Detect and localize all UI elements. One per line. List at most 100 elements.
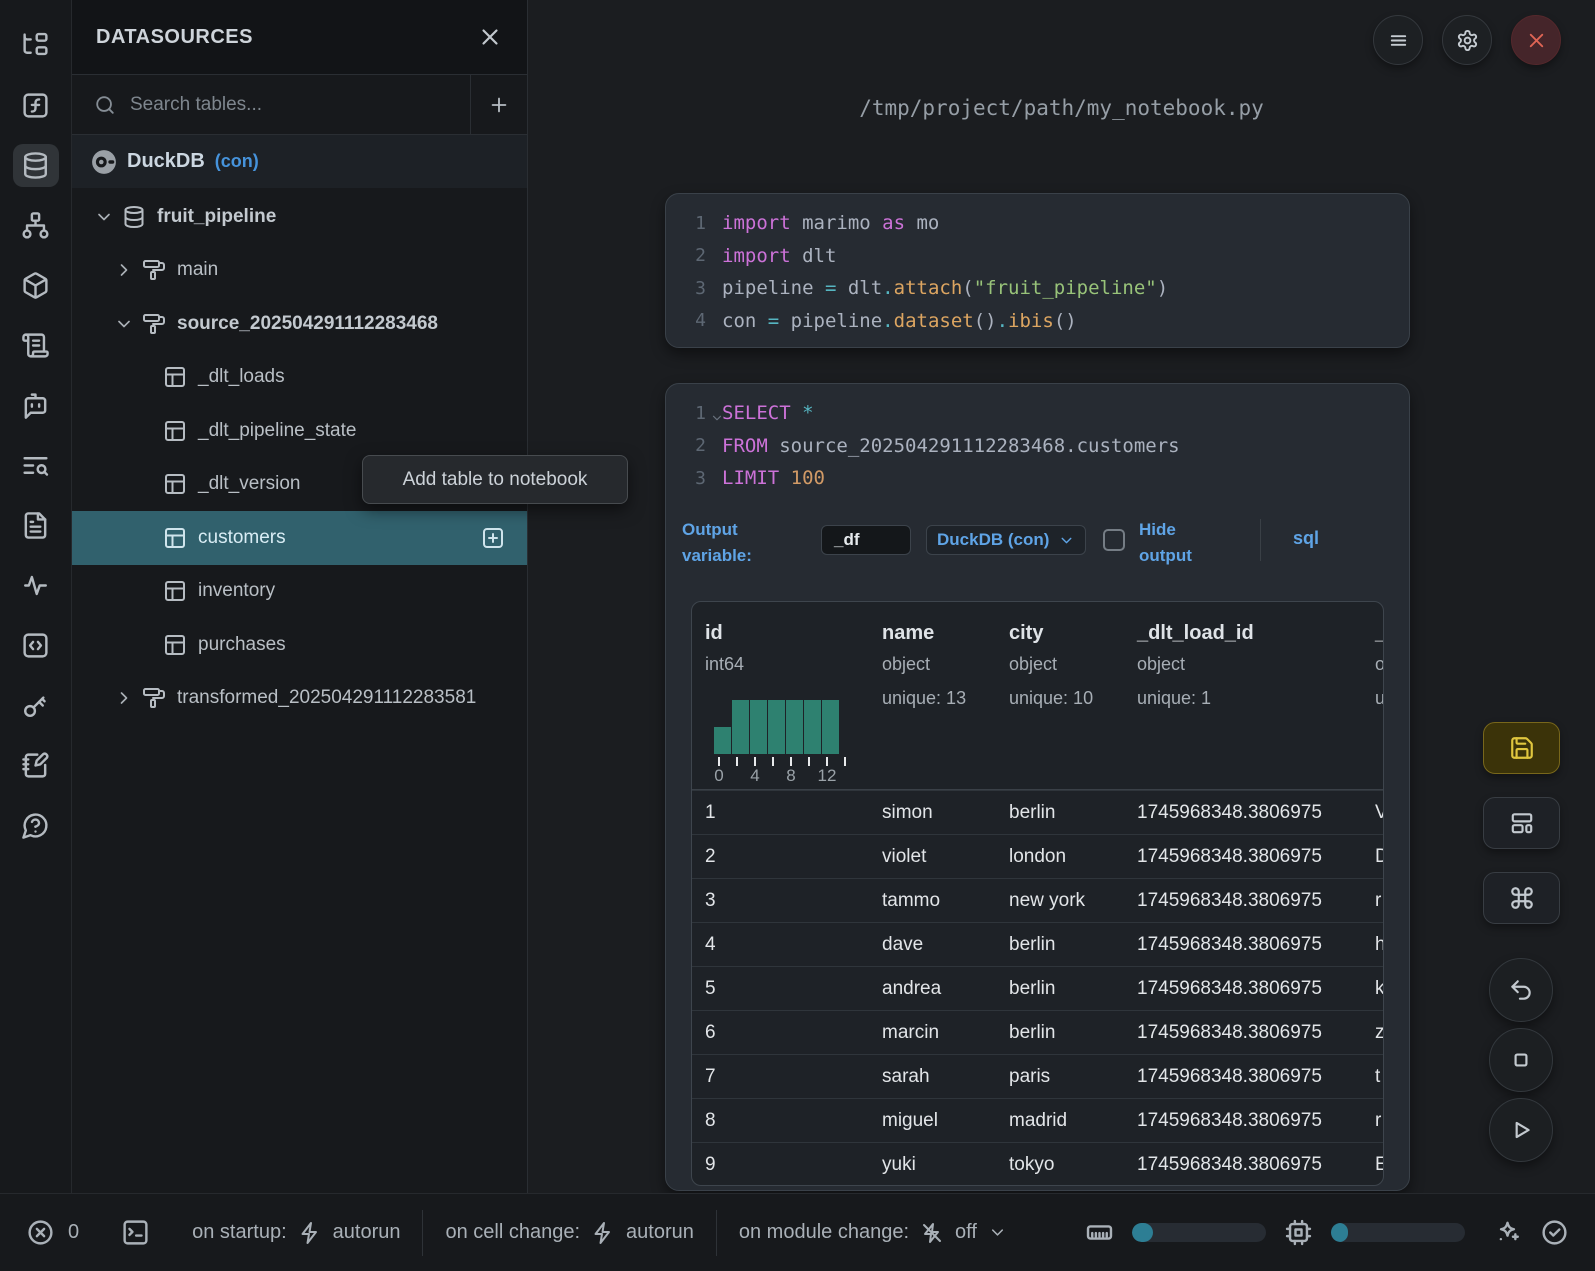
tree-item-_dlt_loads[interactable]: _dlt_loads <box>72 351 527 405</box>
layout-button[interactable] <box>1483 797 1560 849</box>
code-line[interactable]: 1SELECT * <box>666 397 1409 430</box>
settings-button[interactable] <box>1442 15 1492 65</box>
activity-item-network[interactable] <box>13 204 59 247</box>
activity-item-function-square[interactable] <box>13 84 59 127</box>
column-header-_dlt_load_id[interactable]: _dlt_load_id <box>1137 622 1254 645</box>
code-line[interactable]: 3pipeline = dlt.attach("fruit_pipeline") <box>666 272 1409 305</box>
activity-item-activity[interactable] <box>13 564 59 607</box>
table-cell: 5 <box>705 978 716 1000</box>
add-datasource-button[interactable] <box>470 75 527 134</box>
activity-item-database[interactable] <box>13 144 59 187</box>
fold-chevron-icon[interactable] <box>710 411 724 425</box>
code-text: import dlt <box>722 245 836 267</box>
code-line[interactable]: 1import marimo as mo <box>666 207 1409 240</box>
chevron-down-icon[interactable] <box>94 207 114 227</box>
engine-select[interactable]: DuckDB (con) <box>926 525 1086 555</box>
tree-item-label: inventory <box>198 580 275 602</box>
code-text: SELECT * <box>722 402 814 424</box>
engine-row[interactable]: DuckDB (con) <box>72 135 527 188</box>
shutdown-button[interactable] <box>1511 15 1561 65</box>
table-cell: t <box>1375 1066 1380 1088</box>
table-cell: london <box>1009 846 1066 868</box>
search-input[interactable]: Search tables... <box>72 75 470 134</box>
tree-item-source_202504291112283468[interactable]: source_202504291112283468 <box>72 297 527 351</box>
save-icon <box>1509 735 1535 761</box>
activity-item-file-text[interactable] <box>13 504 59 547</box>
tree-item-fruit_pipeline[interactable]: fruit_pipeline <box>72 190 527 244</box>
activity-item-bot-chat[interactable] <box>13 384 59 427</box>
table-cell: tokyo <box>1009 1154 1054 1176</box>
runtime-config-3[interactable]: on module change:off <box>739 1221 1007 1245</box>
activity-item-code-square[interactable] <box>13 624 59 667</box>
table-row[interactable]: 4daveberlin1745968348.3806975h <box>692 922 1384 966</box>
table-row[interactable]: 5andreaberlin1745968348.3806975k <box>692 966 1384 1010</box>
table-icon <box>163 419 187 443</box>
table-cell: r <box>1375 890 1381 912</box>
chevron-right-icon[interactable] <box>114 260 134 280</box>
activity-item-key[interactable] <box>13 684 59 727</box>
hide-output-checkbox[interactable] <box>1103 529 1125 551</box>
undo-button[interactable] <box>1489 958 1553 1022</box>
table-cell: 1745968348.3806975 <box>1137 1022 1322 1044</box>
chevron-down-icon[interactable] <box>114 314 134 334</box>
status-bar: 0 on startup:autorun on cell change:autor… <box>0 1193 1595 1271</box>
chevron-right-icon[interactable] <box>114 688 134 708</box>
circle-check-icon[interactable] <box>1540 1218 1569 1247</box>
stop-button[interactable] <box>1489 1028 1553 1092</box>
table-row[interactable]: 9yukitokyo1745968348.3806975E <box>692 1142 1384 1186</box>
runtime-config-label: on startup: <box>192 1221 287 1244</box>
sql-cell[interactable]: 1SELECT *2FROM source_202504291112283468… <box>665 383 1410 1191</box>
table-row[interactable]: 8miguelmadrid1745968348.3806975r <box>692 1098 1384 1142</box>
sql-editor[interactable]: 1SELECT *2FROM source_202504291112283468… <box>666 397 1409 495</box>
activity-item-file-tree[interactable] <box>13 24 59 67</box>
code-line[interactable]: 2FROM source_202504291112283468.customer… <box>666 430 1409 463</box>
activity-item-package[interactable] <box>13 264 59 307</box>
column-header-id[interactable]: id <box>705 622 723 645</box>
table-cell: V <box>1375 802 1384 824</box>
command-button[interactable] <box>1483 872 1560 924</box>
table-row[interactable]: 1simonberlin1745968348.3806975V <box>692 790 1384 834</box>
tree-item-main[interactable]: main <box>72 244 527 298</box>
activity-item-text-search[interactable] <box>13 444 59 487</box>
save-button[interactable] <box>1483 722 1560 774</box>
sparkles-icon[interactable] <box>1493 1218 1522 1247</box>
column-header-_dlt_id[interactable]: _dlt_id <box>1375 622 1384 645</box>
memory-icon <box>1085 1218 1114 1247</box>
runtime-config-2[interactable]: on cell change:autorun <box>445 1221 693 1245</box>
code-line[interactable]: 4con = pipeline.dataset().ibis() <box>666 305 1409 338</box>
tree-item-inventory[interactable]: inventory <box>72 565 527 619</box>
table-cell: 9 <box>705 1154 716 1176</box>
menu-button[interactable] <box>1373 15 1423 65</box>
table-cell: 1745968348.3806975 <box>1137 890 1322 912</box>
table-row[interactable]: 7sarahparis1745968348.3806975t <box>692 1054 1384 1098</box>
close-panel-icon[interactable] <box>477 24 503 50</box>
column-header-city[interactable]: city <box>1009 622 1043 645</box>
play-button[interactable] <box>1489 1098 1553 1162</box>
table-row[interactable]: 3tammonew york1745968348.3806975r <box>692 878 1384 922</box>
table-row[interactable]: 6marcinberlin1745968348.3806975z <box>692 1010 1384 1054</box>
activity-item-notebook-pen[interactable] <box>13 744 59 787</box>
table-row[interactable]: 2violetlondon1745968348.3806975D <box>692 834 1384 878</box>
output-variable-input[interactable]: _df <box>821 525 911 555</box>
table-cell: 1745968348.3806975 <box>1137 1154 1322 1176</box>
column-header-name[interactable]: name <box>882 622 934 645</box>
search-placeholder: Search tables... <box>130 94 262 116</box>
code-line[interactable]: 2import dlt <box>666 240 1409 273</box>
python-cell[interactable]: 1import marimo as mo2import dlt3pipeline… <box>665 193 1410 348</box>
error-indicator[interactable]: 0 <box>26 1218 79 1247</box>
activity-item-scroll[interactable] <box>13 324 59 367</box>
function-square-icon <box>21 91 50 120</box>
terminal-icon[interactable] <box>121 1218 150 1247</box>
tooltip-add-table: Add table to notebook <box>362 455 628 504</box>
runtime-config-1[interactable]: on startup:autorun <box>192 1221 400 1245</box>
code-line[interactable]: 3LIMIT 100 <box>666 462 1409 495</box>
paint-roller-icon <box>142 312 166 336</box>
add-table-to-notebook-button[interactable] <box>481 526 505 550</box>
tree-item-_dlt_pipeline_state[interactable]: _dlt_pipeline_state <box>72 404 527 458</box>
line-number: 4 <box>666 310 722 331</box>
activity-item-help-chat[interactable] <box>13 804 59 847</box>
tree-item-transformed_202504291112283581[interactable]: transformed_202504291112283581 <box>72 672 527 726</box>
histogram-tick <box>718 757 720 766</box>
tree-item-purchases[interactable]: purchases <box>72 618 527 672</box>
tree-item-customers[interactable]: customers <box>72 511 527 565</box>
